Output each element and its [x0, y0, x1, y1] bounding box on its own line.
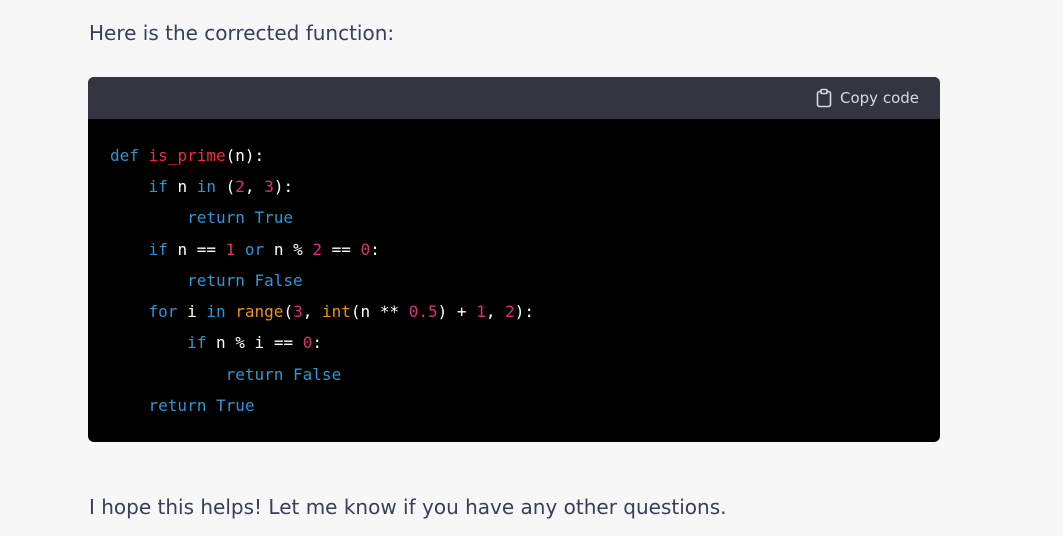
clipboard-icon [816, 88, 832, 108]
code-header: Copy code [88, 77, 940, 119]
code-line: return False [225, 365, 342, 384]
code-line: for i in range(3, int(n ** 0.5) + 1, 2): [148, 302, 535, 321]
code-block: Copy code def is_prime(n): if n in (2, 3… [88, 77, 940, 442]
code-line: return False [187, 271, 303, 290]
code-line: return True [148, 396, 255, 415]
code-line: return True [187, 208, 294, 227]
code-line: if n % i == 0: [187, 333, 322, 352]
code-line: def is_prime(n): [110, 146, 265, 165]
intro-text: Here is the corrected function: [89, 21, 395, 45]
code-line: if n in (2, 3): [148, 177, 294, 196]
code-line: if n == 1 or n % 2 == 0: [148, 240, 380, 259]
copy-code-button[interactable]: Copy code [816, 88, 919, 108]
copy-code-label: Copy code [840, 89, 919, 107]
outro-text: I hope this helps! Let me know if you ha… [89, 495, 727, 519]
code-body: def is_prime(n): if n in (2, 3): return … [88, 119, 940, 442]
